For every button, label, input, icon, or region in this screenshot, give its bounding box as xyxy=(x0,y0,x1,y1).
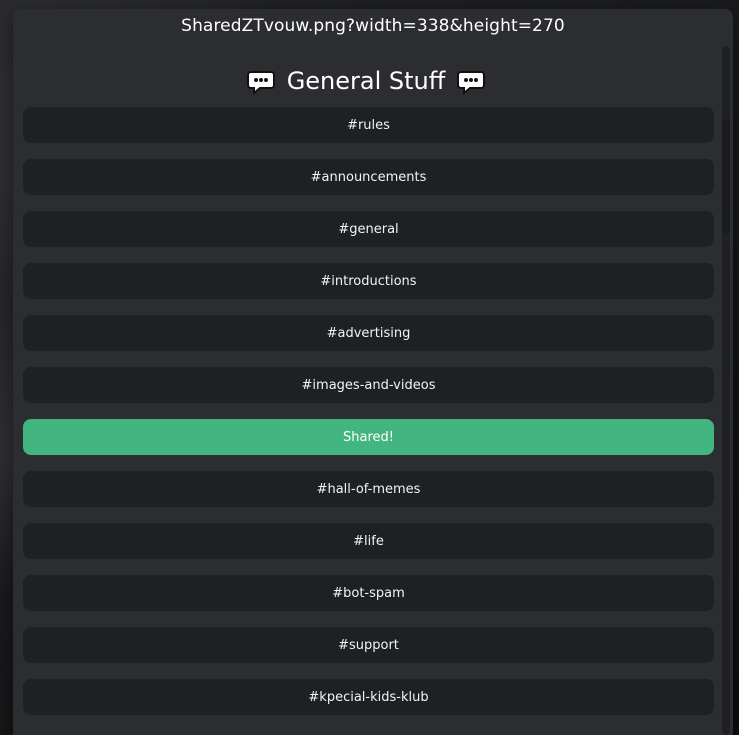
channel-button-general[interactable]: #general xyxy=(23,211,714,247)
channel-button-announcements[interactable]: #announcements xyxy=(23,159,714,195)
scrollbar-thumb[interactable] xyxy=(722,119,730,234)
channel-button-bot-spam[interactable]: #bot-spam xyxy=(23,575,714,611)
channel-button-support[interactable]: #support xyxy=(23,627,714,663)
share-modal: SharedZTvouw.png?width=338&height=270 Ge… xyxy=(13,9,733,735)
channel-button-advertising[interactable]: #advertising xyxy=(23,315,714,351)
section-title: General Stuff xyxy=(286,67,446,95)
modal-title: SharedZTvouw.png?width=338&height=270 xyxy=(181,16,565,36)
channel-button-introductions[interactable]: #introductions xyxy=(23,263,714,299)
channel-button-life[interactable]: #life xyxy=(23,523,714,559)
channel-button-rules[interactable]: #rules xyxy=(23,107,714,143)
shared-confirmation-button[interactable]: Shared! xyxy=(23,419,714,455)
channel-list: #rules #announcements #general #introduc… xyxy=(23,107,714,731)
modal-content: General Stuff #rules #announcements #gen… xyxy=(13,37,719,735)
speech-bubble-icon xyxy=(457,71,486,95)
section-heading: General Stuff xyxy=(13,63,719,99)
channel-button-hall-of-memes[interactable]: #hall-of-memes xyxy=(23,471,714,507)
channel-button-images-and-videos[interactable]: #images-and-videos xyxy=(23,367,714,403)
channel-button-kpecial-kids-klub[interactable]: #kpecial-kids-klub xyxy=(23,679,714,715)
speech-bubble-icon xyxy=(246,71,275,95)
page: SharedZTvouw.png?width=338&height=270 Ge… xyxy=(0,0,739,735)
